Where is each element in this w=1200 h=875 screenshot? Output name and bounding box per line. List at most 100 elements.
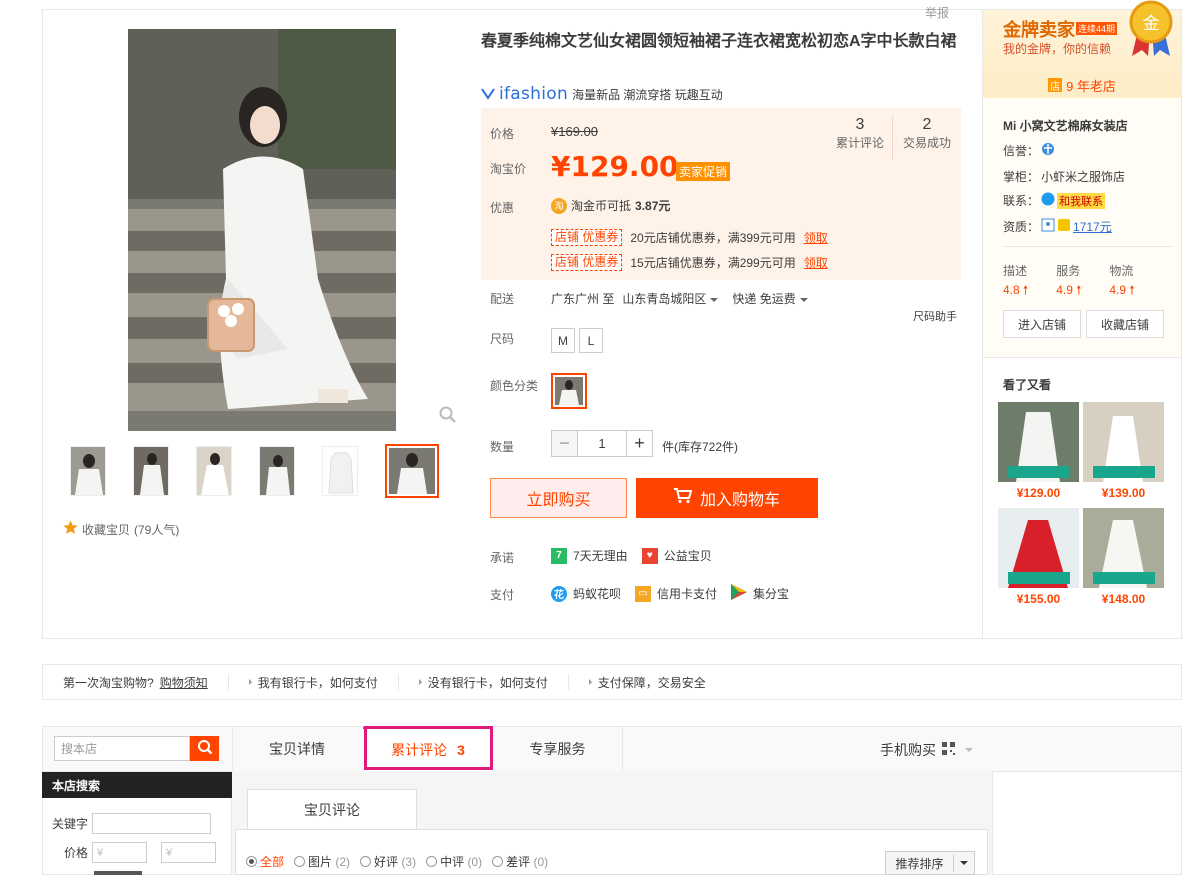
tab-exclusive-service[interactable]: 专享服务 (493, 727, 623, 771)
license-icon[interactable] (1041, 218, 1055, 235)
huabei-payment[interactable]: 花 蚂蚁花呗 (551, 584, 621, 603)
thumbnail[interactable] (133, 446, 169, 496)
also-viewed-title: 看了又看 (1003, 378, 1052, 392)
add-to-cart-button[interactable]: 加入购物车 (636, 478, 818, 518)
search-button[interactable] (190, 736, 219, 761)
current-price: ¥129.00 (551, 150, 679, 183)
radio-icon (360, 856, 372, 867)
coupon-text: 20元店铺优惠券，满399元可用 (630, 231, 796, 245)
coin-amount: 3.87元 (635, 199, 671, 213)
filter-neutral[interactable]: 中评 (0) (426, 853, 482, 870)
main-product-image[interactable] (128, 29, 396, 431)
thumbnail[interactable] (196, 446, 232, 496)
delivery-label: 配送 (490, 292, 515, 306)
ship-to-select[interactable]: 山东青岛城阳区 (622, 290, 719, 307)
zoom-icon[interactable] (438, 405, 458, 425)
size-options: M L (551, 328, 603, 353)
gold-seller-title: 金牌卖家 (1003, 20, 1075, 40)
tab-item-reviews[interactable]: 宝贝评论 (247, 789, 417, 829)
thumbnail[interactable] (70, 446, 106, 496)
thumbnail[interactable] (259, 446, 295, 496)
filter-all[interactable]: 全部 (246, 853, 284, 870)
report-link[interactable]: 举报 (925, 4, 949, 21)
right-sidebar (992, 771, 1182, 875)
recommend-item[interactable]: ¥148.00 (1083, 508, 1164, 606)
coin-text: 淘金币可抵 (571, 199, 632, 213)
shipping-method-select[interactable]: 快递 免运费 (732, 290, 808, 307)
decrease-button[interactable]: − (551, 430, 578, 457)
filter-positive[interactable]: 好评 (3) (360, 853, 416, 870)
shopping-guide-link[interactable]: 购物须知 (160, 674, 208, 691)
keyword-input[interactable] (92, 813, 211, 834)
chevron-down-icon (710, 297, 719, 302)
tip-item[interactable]: 我有银行卡，如何支付 (227, 674, 398, 690)
claim-coupon-link[interactable]: 领取 (804, 229, 828, 246)
tab-item-details[interactable]: 宝贝详情 (233, 727, 361, 771)
buy-now-button[interactable]: 立即购买 (490, 478, 627, 518)
size-option-l[interactable]: L (579, 328, 603, 353)
rating-service: 服务 4.9 🠕 (1056, 264, 1082, 297)
collect-shop-button[interactable]: 收藏店铺 (1086, 310, 1164, 338)
brand-row[interactable]: ifashion 海量新品 潮流穿搭 玩趣互动 (481, 84, 723, 104)
shop-search-input[interactable]: 搜本店 (54, 736, 190, 761)
claim-coupon-link[interactable]: 领取 (804, 254, 828, 271)
stock-text: 件(库存722件) (662, 440, 739, 454)
brand-name: ifashion (499, 84, 569, 104)
contact-seller-button[interactable]: 和我联系 (1057, 192, 1106, 209)
radio-icon (492, 856, 504, 867)
review-count-stat[interactable]: 3 累计评论 (830, 116, 890, 151)
thumbnail-active[interactable] (385, 444, 439, 498)
filter-images[interactable]: 图片 (2) (294, 853, 350, 870)
favorite-label: 收藏宝贝 (82, 522, 131, 537)
gold-medal-icon: 金 (1128, 0, 1174, 58)
max-price-input[interactable]: ¥ (161, 842, 216, 863)
seven-day-return[interactable]: 7 7天无理由 (551, 547, 628, 564)
promise-list: 7 7天无理由 ♥ 公益宝贝 (551, 547, 712, 564)
increase-button[interactable]: + (626, 430, 653, 457)
recommend-item[interactable]: ¥139.00 (1083, 402, 1164, 500)
sort-dropdown[interactable]: 推荐排序 (885, 851, 975, 875)
tip-item[interactable]: 支付保障，交易安全 (567, 674, 726, 690)
store-search-button[interactable] (94, 871, 142, 875)
favorite-item[interactable]: 收藏宝贝 (79人气) (63, 520, 179, 538)
thumbnail[interactable] (322, 446, 358, 496)
deposit-amount[interactable]: 1717元 (1073, 218, 1112, 235)
rating-description: 描述 4.8 🠕 (1003, 264, 1029, 297)
charity-item[interactable]: ♥ 公益宝贝 (641, 547, 712, 564)
add-to-cart-label: 加入购物车 (699, 492, 780, 509)
color-swatch[interactable] (551, 373, 587, 409)
enter-shop-button[interactable]: 进入店铺 (1003, 310, 1081, 338)
quantity-input[interactable]: 1 (578, 430, 626, 457)
divider (892, 116, 893, 160)
shop-buttons: 进入店铺 收藏店铺 (1003, 310, 1164, 338)
credit-row: 信誉： (1003, 142, 1055, 159)
arrow-up-icon: 🠕 (1129, 283, 1135, 297)
heart-icon: ♥ (641, 547, 658, 564)
jifenbao-payment[interactable]: 集分宝 (731, 584, 789, 603)
min-price-input[interactable]: ¥ (92, 842, 147, 863)
promo-price-label: 淘宝价 (490, 162, 527, 176)
shop-icon: 店 (1048, 78, 1063, 93)
jifenbao-icon (731, 584, 748, 603)
credit-card-payment[interactable]: ▭ 信用卡支付 (635, 584, 717, 603)
chevron-down-icon (799, 297, 808, 302)
tip-item[interactable]: 没有银行卡，如何支付 (397, 674, 568, 690)
triangle-right-icon (418, 679, 422, 685)
price-label: 价格 (490, 127, 515, 141)
mobile-buy[interactable]: 手机购买 (880, 740, 973, 760)
credit-crown-icon[interactable] (1041, 142, 1055, 159)
cart-icon (673, 487, 693, 509)
size-helper-link[interactable]: 尺码助手 (913, 308, 957, 324)
shop-name[interactable]: Mi 小窝文艺棉麻女装店 (1003, 117, 1128, 134)
filter-negative[interactable]: 差评 (0) (492, 853, 548, 870)
recommend-item[interactable]: ¥155.00 (998, 508, 1079, 606)
size-option-m[interactable]: M (551, 328, 575, 353)
keeper-name[interactable]: 小虾米之服饰店 (1041, 168, 1125, 185)
coupon-row: 店铺 优惠券 20元店铺优惠券，满399元可用 领取 (551, 229, 828, 246)
color-label: 颜色分类 (490, 379, 539, 393)
recommend-item[interactable]: ¥129.00 (998, 402, 1079, 500)
shop-search: 搜本店 (54, 736, 219, 761)
contact-row: 联系： 和我联系 (1003, 192, 1106, 209)
original-price: ¥169.00 (551, 124, 598, 139)
gold-seller-slogan: 我的金牌，你的信赖 (1003, 42, 1112, 56)
